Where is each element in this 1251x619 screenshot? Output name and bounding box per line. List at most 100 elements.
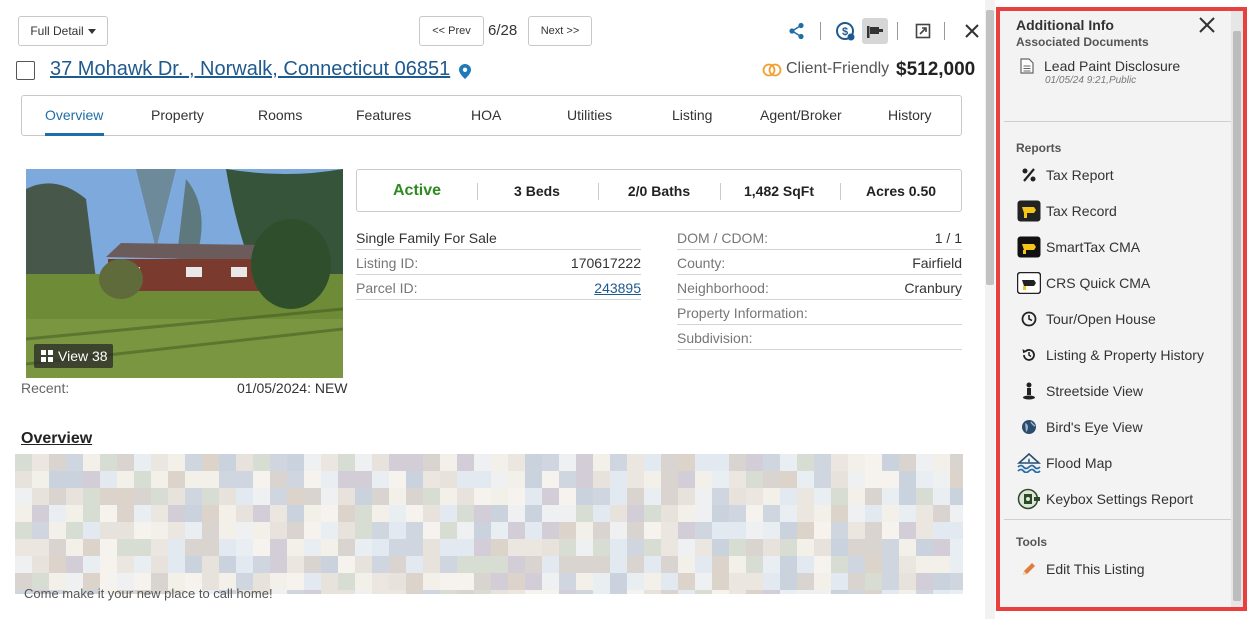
beds-stat: 3 Beds [514, 183, 560, 199]
tool-edit-listing[interactable]: Edit This Listing [1016, 556, 1226, 582]
tab-history[interactable]: History [888, 107, 932, 123]
client-friendly-label[interactable]: Client-Friendly [786, 60, 889, 78]
detail-row: Subdivision: [677, 325, 962, 350]
next-button[interactable]: Next >> [528, 16, 592, 46]
acres-stat: Acres 0.50 [865, 183, 937, 199]
detail-row: Neighborhood: Cranbury [677, 275, 962, 300]
view-photos-label: View 38 [58, 348, 108, 364]
report-crs-quick-cma[interactable]: CRS Quick CMA [1016, 270, 1226, 296]
active-tab-indicator [45, 133, 104, 136]
streetside-icon [1016, 378, 1042, 404]
share-icon[interactable] [784, 18, 810, 44]
listing-counter: 6/28 [488, 22, 518, 39]
close-panel-icon[interactable] [1195, 13, 1219, 37]
property-type: Single Family For Sale [356, 230, 497, 246]
detail-value: 1 / 1 [934, 230, 962, 246]
select-listing-checkbox[interactable] [16, 61, 35, 80]
smarttax-icon [1016, 234, 1042, 260]
stats-divider [598, 183, 599, 200]
map-pin-board-icon[interactable] [862, 18, 888, 44]
pixelated-description [15, 454, 963, 594]
listing-stats-bar: Active 3 Beds 2/0 Baths 1,482 SqFt Acres… [356, 169, 962, 212]
pencil-icon [1016, 556, 1042, 582]
report-keybox-settings[interactable]: Keybox Settings Report [1016, 486, 1226, 512]
toolbar-divider [897, 22, 898, 40]
section-divider [1004, 519, 1231, 520]
listing-address-link[interactable]: 37 Mohawk Dr. , Norwalk, Connecticut 068… [50, 58, 450, 81]
baths-stat: 2/0 Baths [627, 183, 691, 199]
tab-property[interactable]: Property [151, 107, 204, 123]
side-panel-scrollbar[interactable] [1231, 11, 1243, 607]
tab-overview[interactable]: Overview [45, 107, 103, 123]
detail-row: Listing ID: 170617222 [356, 250, 641, 275]
section-divider [1004, 121, 1231, 122]
tab-listing[interactable]: Listing [672, 107, 712, 123]
view-select-dropdown[interactable]: Full Detail [18, 16, 108, 46]
view-photos-button[interactable]: View 38 [34, 344, 113, 368]
detail-label: Property Information: [677, 305, 808, 321]
detail-label: DOM / CDOM: [677, 230, 768, 246]
map-pin-icon[interactable] [459, 64, 471, 79]
status-badge: Active [392, 182, 442, 199]
report-smarttax-cma[interactable]: SmartTax CMA [1016, 234, 1226, 260]
globe-icon [1016, 414, 1042, 440]
detail-tabs: Overview Property Rooms Features HOA Uti… [21, 95, 962, 136]
report-tax-report[interactable]: Tax Report [1016, 162, 1226, 188]
report-listing-property-history[interactable]: Listing & Property History [1016, 342, 1226, 368]
document-link[interactable]: Lead Paint Disclosure [1044, 58, 1180, 74]
parcel-id-link[interactable]: 243895 [594, 280, 641, 296]
close-icon[interactable] [959, 18, 985, 44]
history-icon [1016, 342, 1042, 368]
toolbar-icons: $ [784, 18, 984, 44]
crs-icon [1016, 270, 1042, 296]
tab-features[interactable]: Features [356, 107, 411, 123]
tab-agent-broker[interactable]: Agent/Broker [760, 107, 842, 123]
tab-hoa[interactable]: HOA [471, 107, 501, 123]
toolbar-divider [820, 22, 821, 40]
detail-value: Cranbury [904, 280, 962, 296]
grid-icon [41, 350, 53, 362]
report-flood-map[interactable]: Flood Map [1016, 450, 1226, 476]
tab-utilities[interactable]: Utilities [567, 107, 612, 123]
stats-divider [840, 183, 841, 200]
listing-price: $512,000 [896, 59, 976, 80]
flood-icon [1016, 450, 1042, 476]
percent-icon [1016, 162, 1042, 188]
detail-label: Parcel ID: [356, 280, 418, 296]
listing-detail-panel: Full Detail << Prev 6/28 Next >> $ 37 Mo… [0, 0, 995, 619]
view-select-label: Full Detail [30, 24, 84, 38]
recent-label: Recent: [21, 380, 70, 396]
open-external-icon[interactable] [910, 18, 936, 44]
detail-label: Subdivision: [677, 330, 753, 346]
report-streetside-view[interactable]: Streetside View [1016, 378, 1226, 404]
report-tour-open-house[interactable]: Tour/Open House [1016, 306, 1226, 332]
detail-label: Neighborhood: [677, 280, 769, 296]
tools-heading: Tools [1016, 535, 1048, 549]
report-tax-record[interactable]: Tax Record [1016, 198, 1226, 224]
listing-id-value: 170617222 [570, 255, 641, 271]
sqft-stat: 1,482 SqFt [743, 183, 815, 199]
additional-info-panel: Additional Info Associated Documents Lea… [996, 7, 1247, 611]
detail-row: Single Family For Sale [356, 225, 641, 250]
svg-text:$: $ [842, 26, 848, 38]
tax-record-icon [1016, 198, 1042, 224]
detail-row: County: Fairfield [677, 250, 962, 275]
recent-value: 01/05/2024: NEW [237, 380, 348, 396]
tab-rooms[interactable]: Rooms [258, 107, 302, 123]
detail-value: Fairfield [912, 255, 962, 271]
clock-icon [1016, 306, 1042, 332]
side-panel-title: Additional Info [1016, 17, 1114, 33]
detail-row: Property Information: [677, 300, 962, 325]
side-scrollbar-thumb[interactable] [1233, 31, 1241, 601]
description-tail: Come make it your new place to call home… [24, 586, 273, 601]
dollar-refresh-icon[interactable]: $ [832, 18, 858, 44]
detail-label: Listing ID: [356, 255, 419, 271]
main-scrollbar-thumb[interactable] [986, 10, 994, 285]
prev-button[interactable]: << Prev [419, 16, 484, 46]
main-scrollbar[interactable] [985, 0, 995, 619]
reports-heading: Reports [1016, 141, 1062, 155]
report-birds-eye-view[interactable]: Bird's Eye View [1016, 414, 1226, 440]
document-meta: 01/05/24 9:21,Public [1045, 75, 1137, 86]
document-icon [1020, 58, 1034, 74]
overview-heading: Overview [21, 430, 93, 447]
